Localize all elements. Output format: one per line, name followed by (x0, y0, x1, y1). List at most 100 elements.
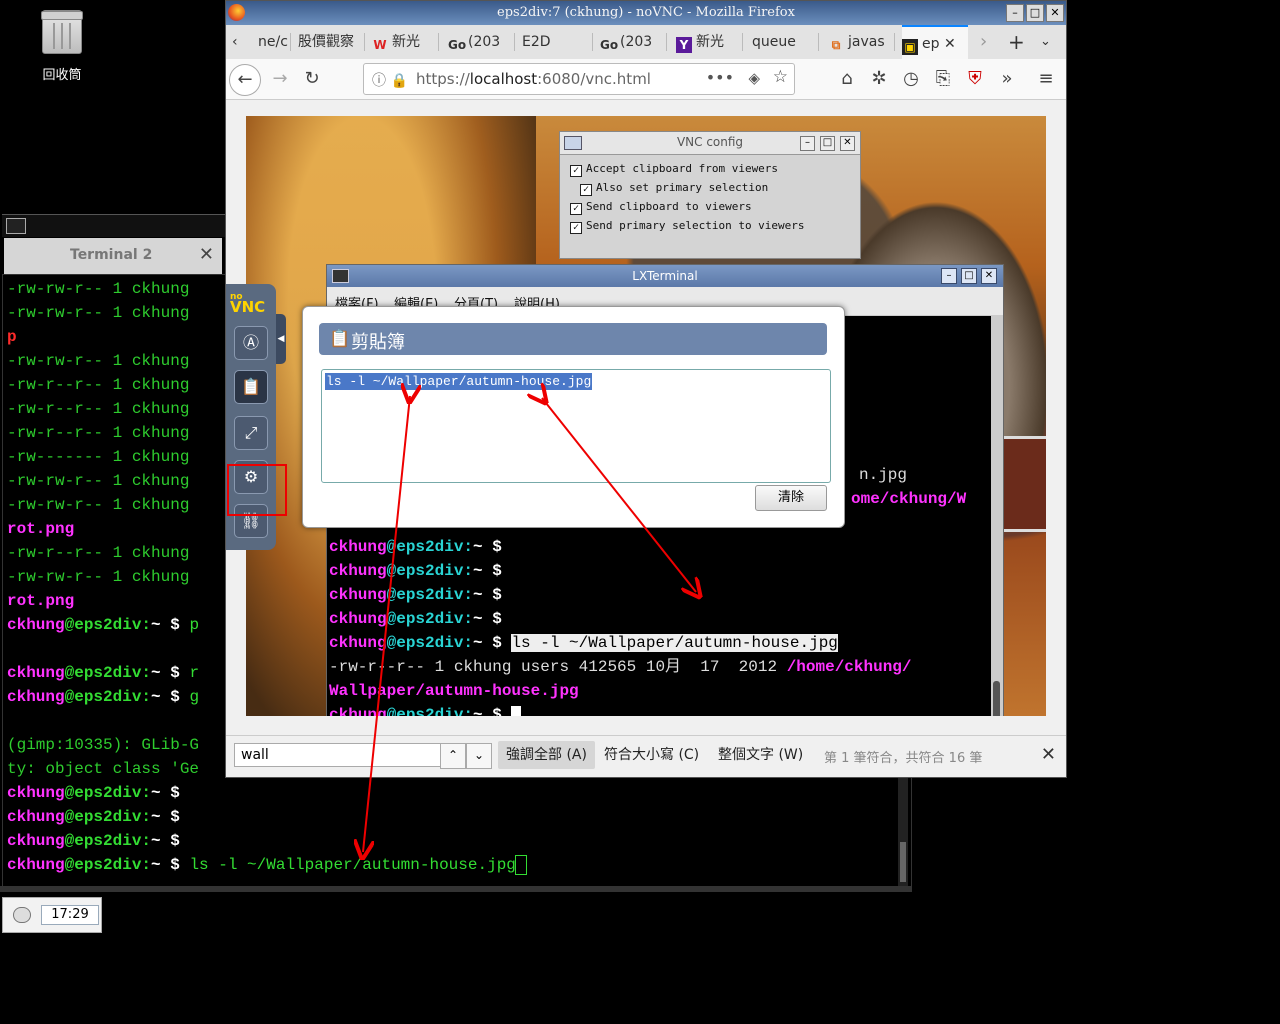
terminal-line: ckhung@eps2div:~ $ (7, 808, 190, 826)
overflow-chevron-icon[interactable]: » (993, 65, 1021, 93)
close-button[interactable]: ✕ (840, 136, 855, 151)
minimize-button[interactable]: – (800, 136, 815, 151)
tab-favicon-icon: ⧉ (831, 38, 841, 52)
terminal-output-line: -rw-r--r-- 1 ckhung users 412565 10月 17 … (329, 658, 912, 676)
match-case-toggle[interactable]: 符合大小寫 (C) (596, 741, 707, 769)
pocket-icon[interactable]: ◈ (748, 69, 760, 87)
whole-words-toggle[interactable]: 整個文字 (W) (710, 741, 811, 769)
terminal-line: -rw-rw-r-- 1 ckhung (7, 352, 190, 370)
terminal-line: -rw-rw-r-- 1 ckhung (7, 472, 190, 490)
hamburger-menu-icon[interactable]: ≡ (1032, 65, 1060, 93)
browser-tab[interactable]: queue (752, 25, 822, 59)
system-tray: 17:29 (2, 897, 102, 933)
terminal2-tab[interactable]: Terminal 2 ✕ (4, 238, 222, 274)
tab-favicon-icon: ▣ (902, 39, 918, 55)
find-bar: wall ⌃ ⌄ 強調全部 (A) 符合大小寫 (C) 整個文字 (W) 第 1… (226, 735, 1066, 776)
fullscreen-button[interactable]: ⤢ (234, 416, 268, 450)
ublock-icon[interactable]: ⛨ (961, 65, 989, 93)
terminal-output-line: Wallpaper/autumn-house.jpg (329, 682, 579, 700)
tab-favicon-icon: Go (448, 38, 467, 52)
browser-tab[interactable]: E2D (522, 25, 596, 59)
extra-keys-button[interactable]: Ⓐ (234, 326, 268, 360)
maximize-button[interactable]: □ (820, 136, 835, 151)
reload-button[interactable]: ↻ (298, 65, 326, 93)
lxterminal-titlebar[interactable]: LXTerminal – □ ✕ (327, 265, 1003, 287)
terminal-line: rot.png (7, 592, 75, 610)
vnc-config-checkbox[interactable]: ✓ Accept clipboard from viewers (570, 162, 778, 177)
terminal-line: -rw-r--r-- 1 ckhung (7, 544, 190, 562)
browser-tab[interactable]: ⧉ javas (828, 25, 898, 59)
terminal-line: ckhung@eps2div:~ $ ls -l ~/Wallpaper/aut… (7, 853, 527, 877)
clock[interactable]: 17:29 (41, 905, 99, 925)
terminal-prompt-line: ckhung@eps2div:~ $ (329, 586, 512, 604)
terminal-line: -rw------- 1 ckhung (7, 448, 190, 466)
browser-tab[interactable]: 股價觀察 (298, 25, 368, 59)
tab-scroll-left[interactable]: ‹ (232, 25, 252, 59)
vnc-config-checkbox[interactable]: ✓ Send clipboard to viewers (570, 200, 752, 215)
browser-tab[interactable]: Go (203 (600, 25, 670, 59)
terminal-line: -rw-rw-r-- 1 ckhung (7, 280, 190, 298)
close-button[interactable]: ✕ (1046, 4, 1064, 22)
minimize-button[interactable]: – (941, 268, 957, 284)
trash-icon (41, 10, 83, 54)
lock-icon[interactable]: ⓘ 🔒 (372, 70, 408, 90)
find-next-button[interactable]: ⌄ (466, 743, 492, 769)
vnc-config-titlebar[interactable]: VNC config – □ ✕ (560, 132, 860, 155)
find-input[interactable]: wall (234, 743, 442, 767)
terminal-line: ckhung@eps2div:~ $ (7, 832, 190, 850)
terminal-line: -rw-r--r-- 1 ckhung (7, 376, 190, 394)
vnc-config-checkbox[interactable]: ✓ Also set primary selection (580, 181, 768, 196)
vnc-config-title: VNC config (676, 135, 744, 149)
downloads-icon[interactable]: ⎘ (929, 65, 957, 93)
clipboard-button[interactable]: 📋 (234, 370, 268, 404)
tab-scroll-right[interactable]: › (980, 25, 1000, 59)
cursor: _ (511, 706, 522, 716)
maximize-button[interactable]: □ (1026, 4, 1044, 22)
browser-tab[interactable]: ▣ ep ✕ (902, 25, 968, 59)
history-icon[interactable]: ◷ (897, 65, 925, 93)
page-actions-icon[interactable]: ••• (706, 68, 734, 87)
bookmark-star-icon[interactable]: ☆ (773, 67, 788, 87)
trash-desktop-icon[interactable]: 回收筒 (30, 10, 94, 83)
browser-tab[interactable]: Go (203 (448, 25, 518, 59)
terminal-line: ome/ckhung/W (851, 490, 967, 508)
highlight-all-toggle[interactable]: 強調全部 (A) (498, 741, 595, 769)
home-icon[interactable]: ⌂ (833, 65, 861, 93)
terminal-line: ckhung@eps2div:~ $ r (7, 664, 200, 682)
firefox-titlebar[interactable]: eps2div:7 (ckhung) - noVNC - Mozilla Fir… (226, 1, 1066, 25)
browser-tab[interactable]: Y 新光 (676, 25, 746, 59)
terminal-line: -rw-r--r-- 1 ckhung (7, 400, 190, 418)
terminal-line: n.jpg (859, 466, 908, 484)
browser-tab[interactable]: ne/c (258, 25, 294, 59)
lxterminal-title: LXTerminal (632, 269, 698, 283)
page-content: VNC config – □ ✕ ✓ Accept clipboard from … (226, 100, 1066, 734)
terminal2-scrollbar[interactable] (898, 778, 908, 886)
close-icon[interactable]: ✕ (1041, 744, 1056, 765)
back-button[interactable]: ← (229, 64, 261, 96)
control-bar-handle[interactable]: ◀ (276, 314, 286, 364)
terminal-prompt-line: ckhung@eps2div:~ $ (329, 610, 512, 628)
clear-button[interactable]: 清除 (755, 485, 827, 511)
browser-tab[interactable]: W 新光 (372, 25, 442, 59)
close-icon[interactable]: ✕ (199, 244, 214, 265)
terminal-line: ckhung@eps2div:~ $ (7, 784, 190, 802)
terminal-line: ckhung@eps2div:~ $ g (7, 688, 200, 706)
gear-icon[interactable]: ✲ (865, 65, 893, 93)
network-icon[interactable] (13, 907, 31, 923)
find-previous-button[interactable]: ⌃ (440, 743, 466, 769)
clipboard-header: 📋 剪貼簿 (319, 323, 827, 355)
url-bar[interactable]: ⓘ 🔒 https://localhost:6080/vnc.html ••• … (363, 63, 795, 95)
lxterminal-scrollbar[interactable] (991, 315, 1003, 716)
new-tab-button[interactable]: + (1008, 25, 1028, 59)
terminal-prompt-line: ckhung@eps2div:~ $ _ (329, 703, 522, 716)
tab-favicon-icon: Y (676, 37, 692, 53)
tab-list-button[interactable]: ⌄ (1040, 25, 1060, 59)
forward-button[interactable]: → (266, 65, 294, 93)
terminal-line: rot.png (7, 520, 75, 538)
vnc-config-checkbox[interactable]: ✓ Send primary selection to viewers (570, 219, 805, 234)
minimize-button[interactable]: – (1006, 4, 1024, 22)
maximize-button[interactable]: □ (961, 268, 977, 284)
terminal2-titlebar[interactable] (2, 214, 226, 237)
terminal-icon (6, 218, 26, 234)
close-button[interactable]: ✕ (981, 268, 997, 284)
